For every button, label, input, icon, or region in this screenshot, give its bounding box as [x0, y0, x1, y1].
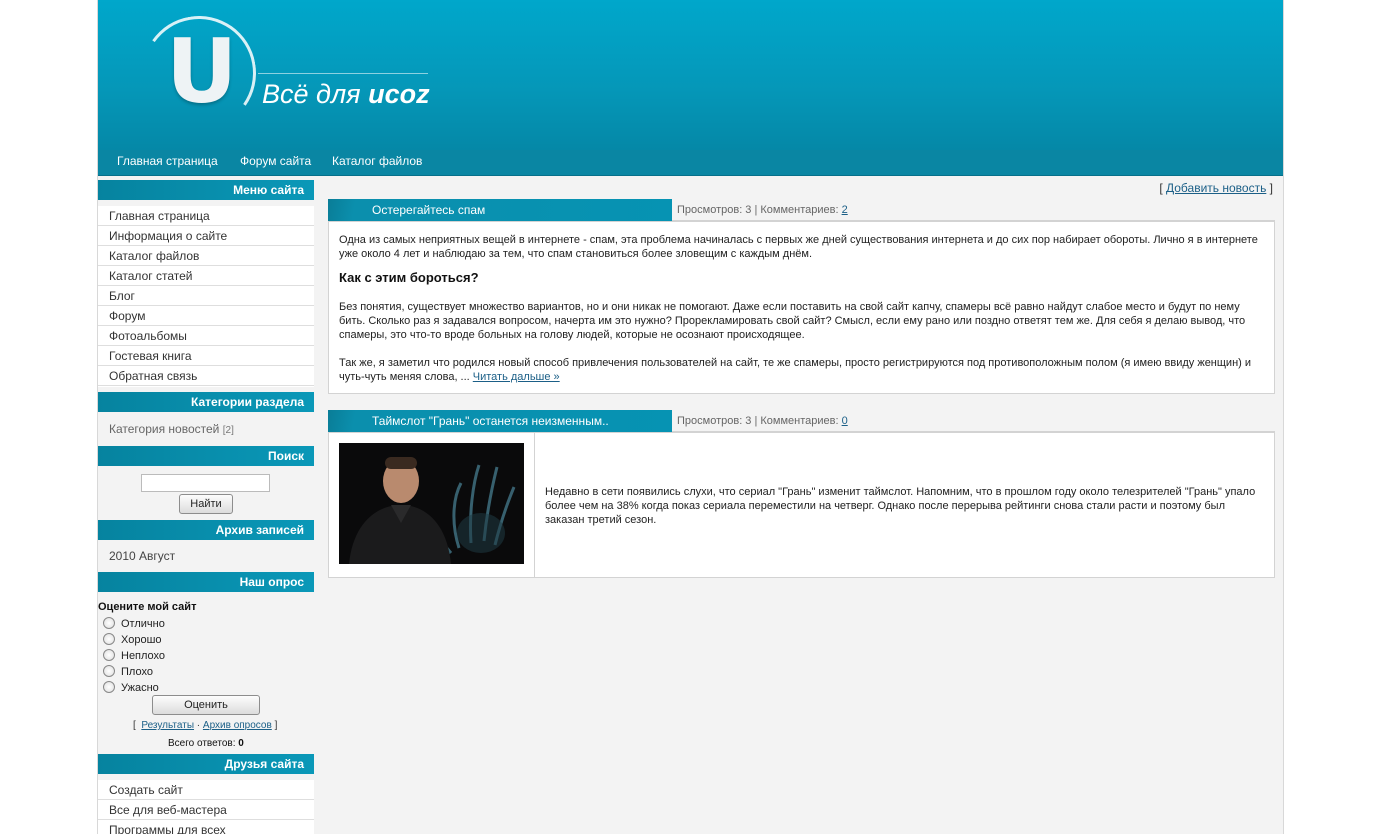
category-name: Категория новостей [109, 422, 220, 436]
post-2-stats: Просмотров: 3 | Комментариев: [677, 415, 842, 427]
poll-option[interactable]: Отлично [103, 617, 165, 631]
post-2-image[interactable] [339, 443, 524, 564]
post-2-image-art [339, 443, 524, 564]
poll-total-value: 0 [238, 738, 244, 749]
add-news-link[interactable]: Добавить новость [1166, 181, 1266, 195]
poll-block-title: Наш опрос [98, 572, 314, 592]
post-2-meta: Просмотров: 3 | Комментариев: 0 [677, 415, 848, 427]
post-2-divider [534, 433, 535, 577]
nav-forum[interactable]: Форум сайта [240, 154, 311, 168]
site-title[interactable]: Всё для ucoz [262, 76, 430, 112]
radio-icon[interactable] [103, 681, 115, 693]
poll-option[interactable]: Неплохо [103, 649, 165, 663]
site-title-brand: ucoz [368, 79, 430, 109]
radio-icon[interactable] [103, 649, 115, 661]
nav-files[interactable]: Каталог файлов [332, 154, 422, 168]
post-1-paragraph-1: Одна из самых неприятных вещей в интерне… [339, 234, 1258, 260]
archive-item[interactable]: 2010 Август [98, 549, 175, 563]
page: U Всё для ucoz Главная страница Форум са… [97, 0, 1284, 834]
friends-list: Создать сайт Все для веб-мастера Програм… [98, 780, 314, 834]
poll-total-label: Всего ответов: [168, 738, 236, 749]
post-1-paragraph-3: Так же, я заметил что родился новый спос… [339, 356, 1264, 384]
post-1-comments-link[interactable]: 2 [842, 204, 848, 216]
post-1-meta: Просмотров: 3 | Комментариев: 2 [677, 204, 848, 216]
poll-option[interactable]: Ужасно [103, 681, 159, 695]
menu-item-files[interactable]: Каталог файлов [98, 246, 314, 266]
radio-icon[interactable] [103, 617, 115, 629]
post-1-stats: Просмотров: 3 | Комментариев: [677, 204, 842, 216]
menu-item-guestbook[interactable]: Гостевая книга [98, 346, 314, 366]
menu-item-blog[interactable]: Блог [98, 286, 314, 306]
friends-block-title: Друзья сайта [98, 754, 314, 774]
archive-block-title: Архив записей [98, 520, 314, 540]
poll-option-label: Плохо [121, 666, 153, 678]
site-header: U Всё для ucoz [98, 0, 1283, 150]
categories-block-title: Категории раздела [98, 392, 314, 412]
post-1-heading: Как с этим бороться? [339, 270, 479, 285]
friends-item-webmaster[interactable]: Все для веб-мастера [98, 800, 314, 820]
post-1-header: Остерегайтесь спам Просмотров: 3 | Комме… [328, 199, 1275, 221]
search-block-title: Поиск [98, 446, 314, 466]
poll-question: Оцените мой сайт [98, 601, 197, 613]
poll-links: [ Результаты · Архив опросов ] [133, 720, 278, 731]
menu-item-articles[interactable]: Каталог статей [98, 266, 314, 286]
friends-item-programs[interactable]: Программы для всех [98, 820, 314, 834]
poll-option-label: Неплохо [121, 650, 166, 662]
poll-results-link[interactable]: Результаты [141, 720, 194, 731]
categories-list: Категория новостей [2] [98, 418, 314, 440]
menu-item-home[interactable]: Главная страница [98, 206, 314, 226]
category-count: [2] [222, 425, 234, 436]
poll-option-label: Хорошо [121, 634, 162, 646]
poll-option[interactable]: Хорошо [103, 633, 162, 647]
post-1-title[interactable]: Остерегайтесь спам [328, 199, 672, 221]
site-title-prefix: Всё для [262, 79, 369, 109]
menu-item-about[interactable]: Информация о сайте [98, 226, 314, 246]
poll-vote-button[interactable]: Оценить [152, 695, 260, 715]
post-2-text: Недавно в сети появились слухи, что сери… [545, 486, 1256, 526]
poll-total: Всего ответов: 0 [168, 738, 244, 749]
add-news: [ Добавить новость ] [1159, 181, 1273, 195]
search-button[interactable]: Найти [179, 494, 233, 514]
post-1-paragraph-2: Без понятия, существует множество вариан… [339, 301, 1246, 341]
post-2-header: Таймслот "Грань" останется неизменным.. … [328, 410, 1275, 432]
logo-icon[interactable]: U [166, 28, 237, 116]
poll-archive-link[interactable]: Архив опросов [203, 720, 272, 731]
post-2-comments-link[interactable]: 0 [842, 415, 848, 427]
logo-underline [258, 73, 428, 74]
top-nav: Главная страница Форум сайта Каталог фай… [98, 150, 1283, 176]
friends-item-create-site[interactable]: Создать сайт [98, 780, 314, 800]
site-menu: Главная страница Информация о сайте Ката… [98, 206, 314, 387]
radio-icon[interactable] [103, 633, 115, 645]
category-item[interactable]: Категория новостей [2] [98, 418, 314, 436]
menu-item-photos[interactable]: Фотоальбомы [98, 326, 314, 346]
poll-option-label: Отлично [121, 618, 165, 630]
poll-option[interactable]: Плохо [103, 665, 153, 679]
nav-home[interactable]: Главная страница [117, 154, 218, 168]
radio-icon[interactable] [103, 665, 115, 677]
search-input[interactable] [141, 474, 270, 492]
post-2-title[interactable]: Таймслот "Грань" останется неизменным.. [328, 410, 672, 432]
read-more-link[interactable]: Читать дальше » [473, 371, 560, 383]
menu-block-title: Меню сайта [98, 180, 314, 200]
menu-item-feedback[interactable]: Обратная связь [98, 366, 314, 386]
poll-option-label: Ужасно [121, 682, 159, 694]
menu-item-forum[interactable]: Форум [98, 306, 314, 326]
